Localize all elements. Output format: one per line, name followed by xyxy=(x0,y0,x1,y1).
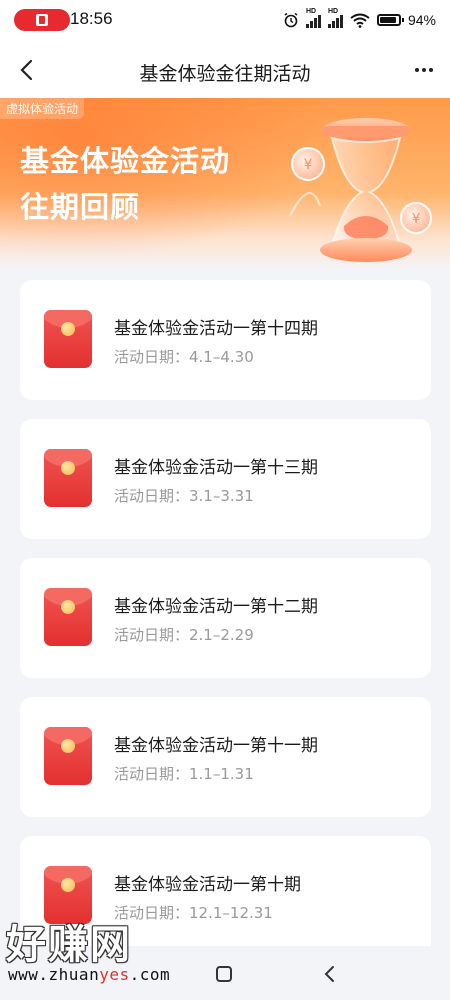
home-square-icon[interactable] xyxy=(216,966,232,982)
red-envelope-icon xyxy=(44,588,92,646)
activity-date: 活动日期：4.1–4.30 xyxy=(114,348,254,366)
red-envelope-icon xyxy=(44,727,92,785)
red-envelope-icon xyxy=(44,449,92,507)
watermark-logo: 好赚网 xyxy=(6,922,132,968)
activity-title: 基金体验金活动一第十四期 xyxy=(114,319,318,339)
record-icon xyxy=(36,14,48,26)
screen-record-indicator[interactable] xyxy=(14,9,70,31)
signal-icon: HD xyxy=(327,8,343,28)
more-button[interactable] xyxy=(410,56,438,84)
activity-date: 活动日期：1.1–1.31 xyxy=(114,765,254,783)
svg-text:¥: ¥ xyxy=(304,157,313,173)
page-title: 基金体验金往期活动 xyxy=(139,63,311,85)
site-watermark: 好赚网 www.zhuanyes.com xyxy=(6,912,191,992)
status-icons: HD HD 94% xyxy=(283,8,436,31)
hourglass-coins-illustration: ¥ ¥ xyxy=(289,118,432,262)
activity-title: 基金体验金活动一第十二期 xyxy=(114,597,318,617)
status-bar: 18:56 HD HD 94% xyxy=(0,0,450,40)
activity-title: 基金体验金活动一第十一期 xyxy=(114,736,318,756)
activity-card[interactable]: 基金体验金活动一第十四期 活动日期：4.1–4.30 xyxy=(20,280,431,400)
activity-card[interactable]: 基金体验金活动一第十三期 活动日期：3.1–3.31 xyxy=(20,419,431,539)
red-envelope-icon xyxy=(44,310,92,368)
battery-icon xyxy=(376,14,404,26)
banner-tag: 虚拟体验活动 xyxy=(0,98,85,119)
status-time: 18:56 xyxy=(70,9,113,28)
banner-title-line2: 往期回顾 xyxy=(20,190,141,224)
battery-level: 94% xyxy=(407,12,436,28)
activity-title: 基金体验金活动一第十期 xyxy=(114,875,301,895)
wifi-icon xyxy=(350,13,370,28)
app-screen: 18:56 HD HD 94% 基金体验金往期活动 虚拟体验活动 基金体验金活动… xyxy=(0,0,450,1000)
more-horizontal-icon xyxy=(415,68,419,72)
alarm-icon xyxy=(284,12,298,28)
activity-date: 活动日期：2.1–2.29 xyxy=(114,626,254,644)
banner-title: 基金体验金活动 往期回顾 xyxy=(20,138,230,230)
signal-icon: HD xyxy=(305,8,321,28)
activity-title: 基金体验金活动一第十三期 xyxy=(114,458,318,478)
back-triangle-icon[interactable] xyxy=(320,964,340,984)
watermark-url: www.zhuanyes.com xyxy=(8,965,171,984)
hero-banner: 虚拟体验活动 基金体验金活动 往期回顾 ¥ ¥ xyxy=(0,98,450,270)
activity-card[interactable]: 基金体验金活动一第十二期 活动日期：2.1–2.29 xyxy=(20,558,431,678)
nav-bar: 基金体验金往期活动 xyxy=(0,40,450,100)
banner-title-line1: 基金体验金活动 xyxy=(20,144,231,178)
activity-card[interactable]: 基金体验金活动一第十一期 活动日期：1.1–1.31 xyxy=(20,697,431,817)
activity-list: 基金体验金活动一第十四期 活动日期：4.1–4.30 基金体验金活动一第十三期 … xyxy=(20,280,431,975)
svg-text:¥: ¥ xyxy=(412,212,420,227)
activity-date: 活动日期：3.1–3.31 xyxy=(114,487,254,505)
